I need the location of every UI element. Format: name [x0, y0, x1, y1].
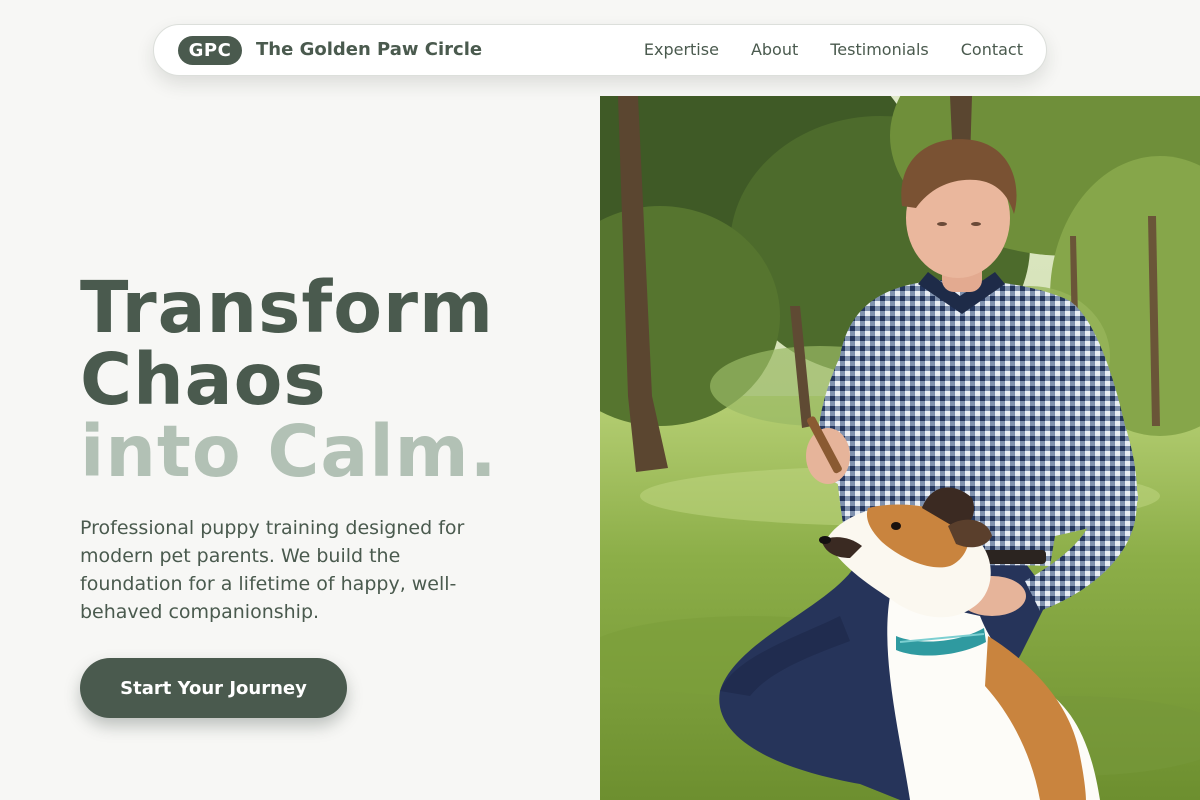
- hero-description: Professional puppy training designed for…: [80, 517, 465, 623]
- hero-photo: [600, 96, 1200, 800]
- start-journey-button[interactable]: Start Your Journey: [80, 658, 347, 718]
- logo-badge[interactable]: GPC: [178, 36, 242, 65]
- nav-links: Expertise About Testimonials Contact: [644, 40, 1023, 59]
- nav-link-expertise[interactable]: Expertise: [644, 40, 719, 59]
- brand-name[interactable]: The Golden Paw Circle: [256, 39, 482, 60]
- nav-link-about[interactable]: About: [751, 40, 798, 59]
- top-navigation: GPC The Golden Paw Circle Expertise Abou…: [153, 24, 1047, 76]
- nav-link-testimonials[interactable]: Testimonials: [830, 40, 929, 59]
- headline-line-3: into Calm.: [80, 410, 498, 493]
- trainer-with-dog-illustration: [600, 96, 1200, 800]
- hero-headline: Transform Chaos into Calm.: [80, 272, 498, 488]
- nav-link-contact[interactable]: Contact: [961, 40, 1023, 59]
- landing-page: GPC The Golden Paw Circle Expertise Abou…: [0, 0, 1200, 800]
- headline-line-2: Chaos: [80, 338, 327, 421]
- headline-line-1: Transform: [80, 266, 495, 349]
